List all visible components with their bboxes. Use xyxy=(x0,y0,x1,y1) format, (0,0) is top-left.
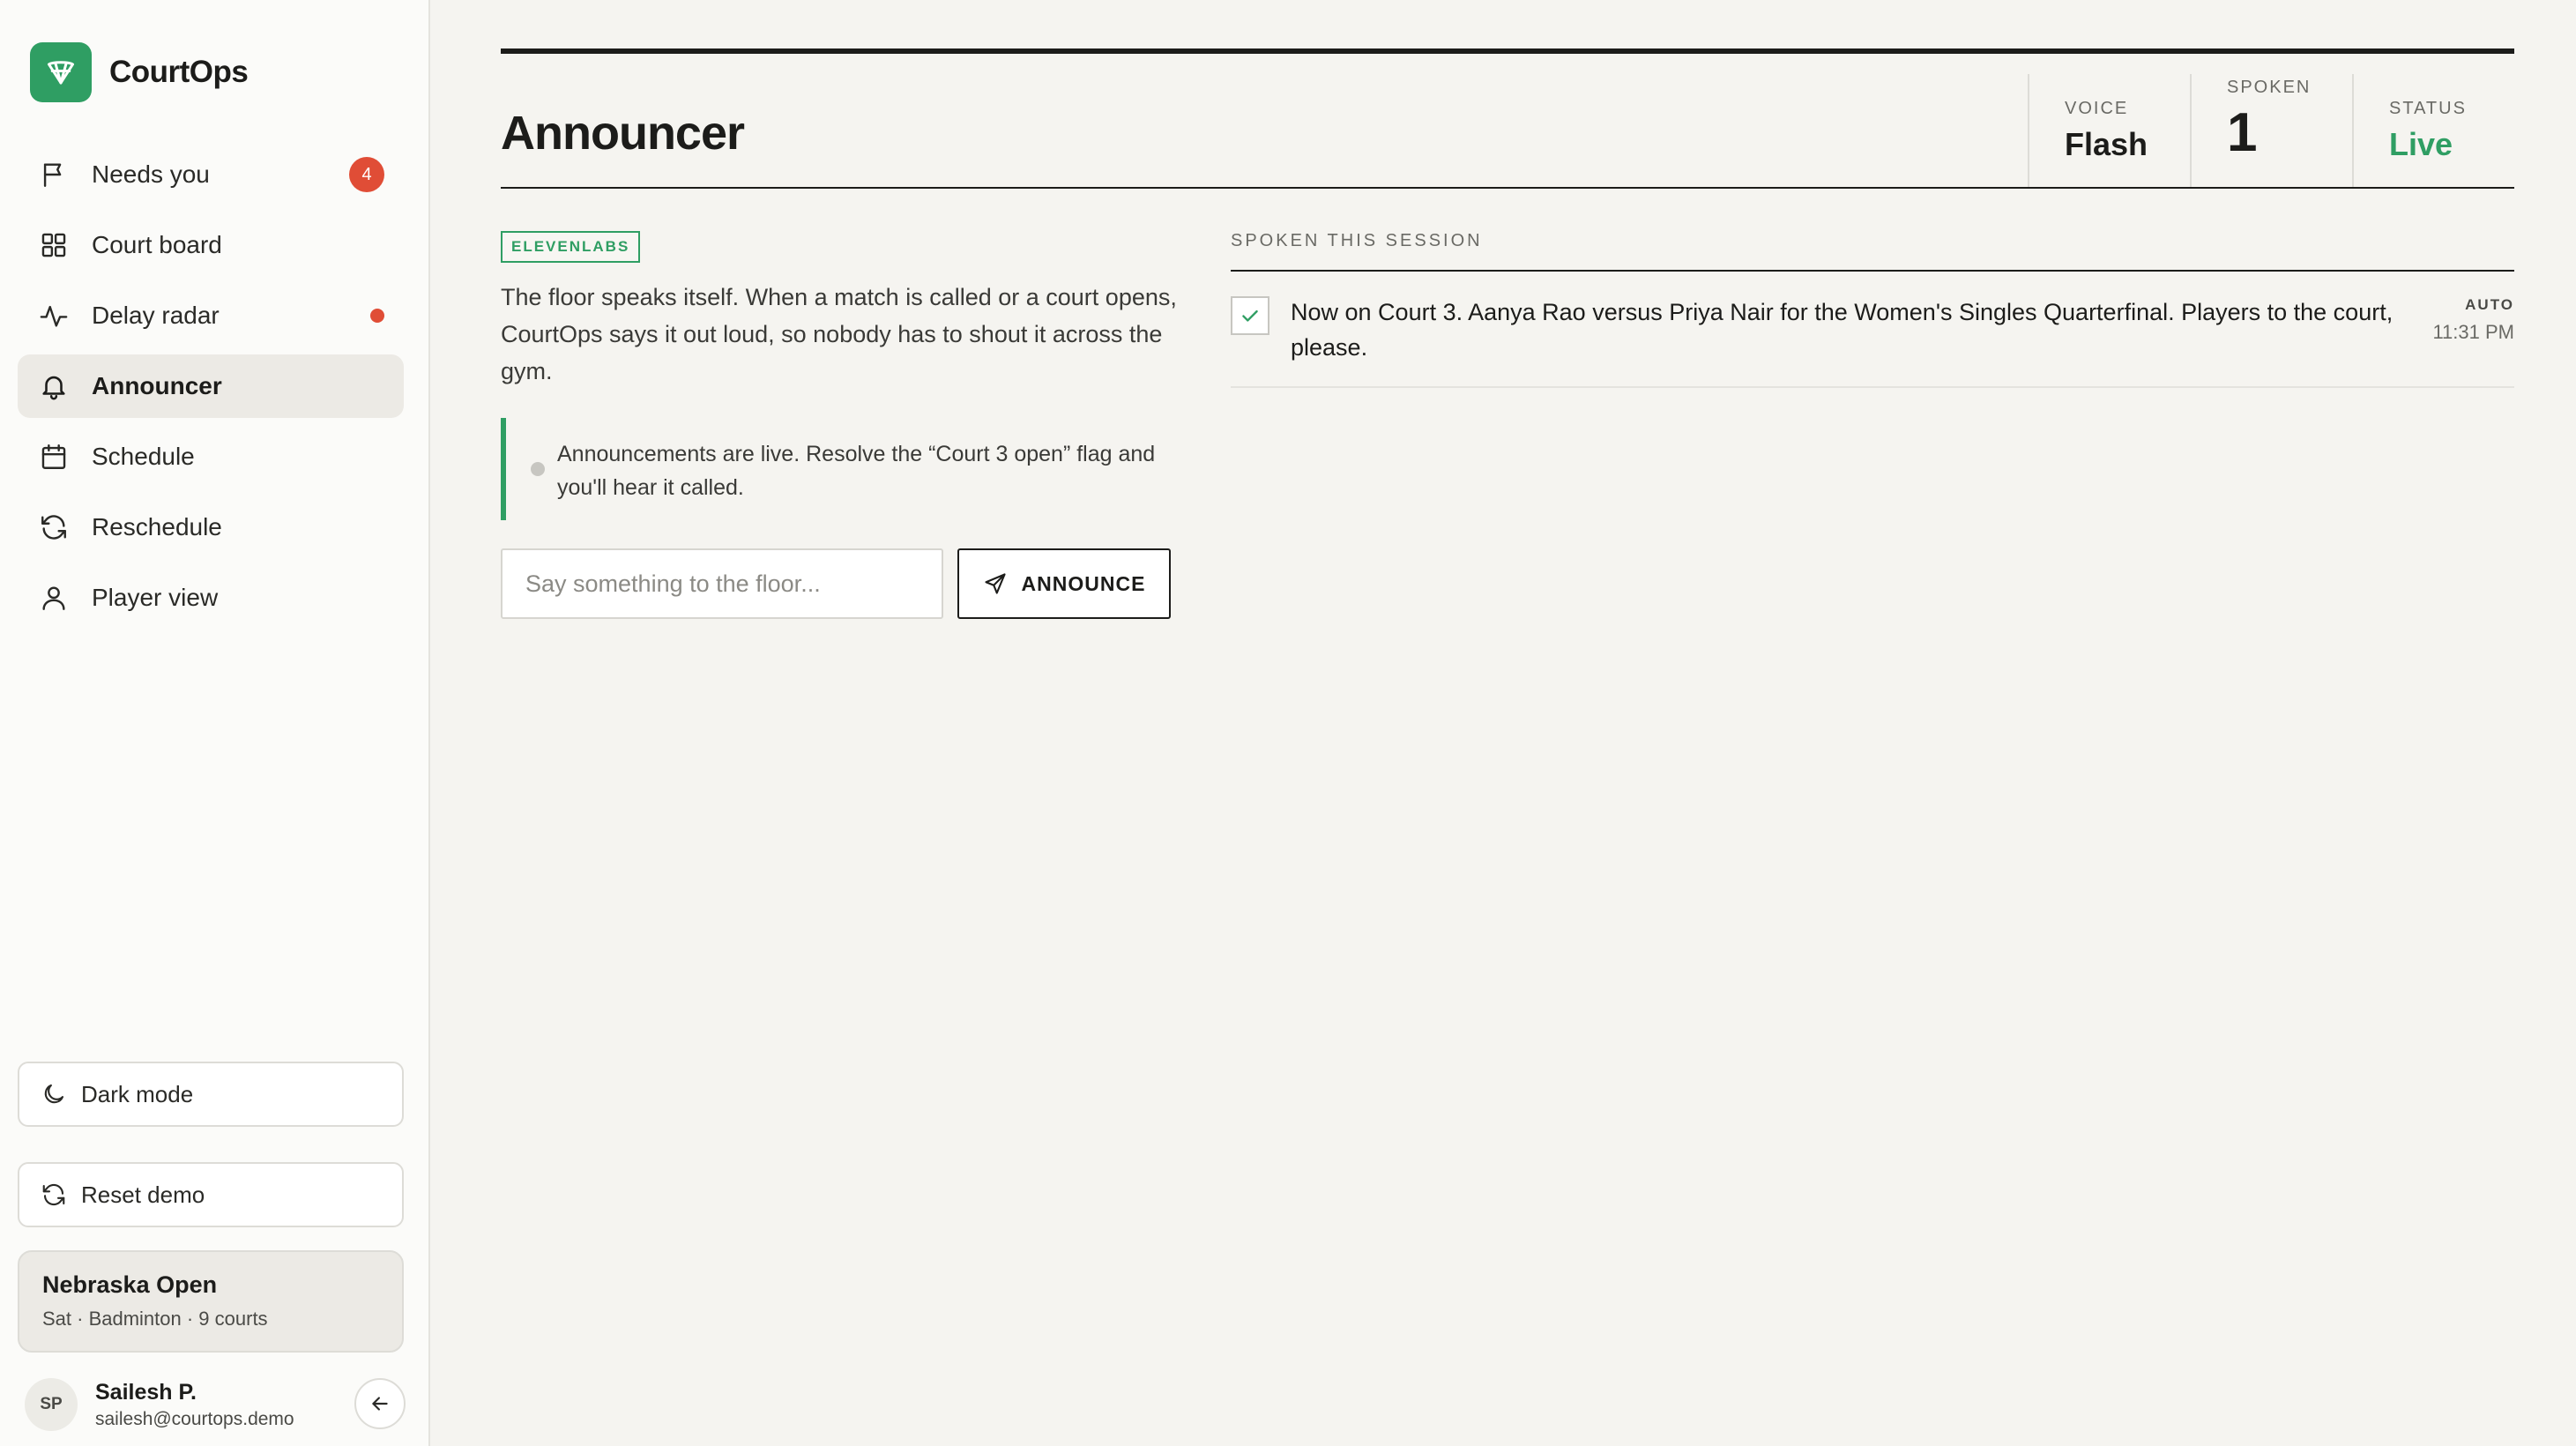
sidebar-item-label: Schedule xyxy=(92,443,195,470)
calendar-icon xyxy=(37,440,71,473)
announcement-time: 11:31 PM xyxy=(2432,321,2514,343)
user-email: sailesh@courtops.demo xyxy=(95,1408,294,1429)
stat-status: STATUS Live xyxy=(2352,74,2514,187)
sidebar-item-label: Announcer xyxy=(92,372,222,399)
sidebar-item-label: Delay radar xyxy=(92,302,220,329)
notice-text: Announcements are live. Resolve the “Cou… xyxy=(557,442,1156,500)
arrow-left-icon xyxy=(372,1397,388,1411)
stat-value: Flash xyxy=(2065,126,2148,162)
collapse-sidebar-button[interactable] xyxy=(354,1378,406,1429)
user-profile: SP Sailesh P. sailesh@courtops.demo xyxy=(25,1375,406,1434)
spoken-session-header: SPOKEN THIS SESSION xyxy=(1231,231,2514,272)
avatar[interactable]: SP xyxy=(25,1378,78,1431)
live-notice: Announcements are live. Resolve the “Cou… xyxy=(501,418,1171,520)
needs-you-count-badge: 4 xyxy=(349,157,384,192)
event-meta: Sat · Badminton · 9 courts xyxy=(42,1308,268,1330)
flag-icon xyxy=(37,158,71,191)
dark-mode-label: Dark mode xyxy=(81,1080,194,1107)
shuttlecock-logo-icon xyxy=(30,42,92,102)
provider-tag: ELEVENLABS xyxy=(501,231,641,263)
sidebar-item-court-board[interactable]: Court board xyxy=(18,213,404,277)
alert-dot xyxy=(370,309,384,323)
sidebar: CourtOps Needs you 4 Court board Delay r… xyxy=(0,0,430,1446)
refresh-icon xyxy=(37,511,71,544)
brand-name: CourtOps xyxy=(109,55,249,89)
reset-demo-button[interactable]: Reset demo xyxy=(18,1162,404,1227)
moon-icon xyxy=(44,1084,64,1104)
intro-text: The floor speaks itself. When a match is… xyxy=(501,284,1177,384)
refresh-icon xyxy=(42,1183,65,1206)
sidebar-nav: Needs you 4 Court board Delay radar Anno… xyxy=(18,143,404,637)
sidebar-item-label: Reschedule xyxy=(92,513,222,540)
stat-spoken: SPOKEN 1 xyxy=(2190,74,2354,187)
sidebar-item-schedule[interactable]: Schedule xyxy=(18,425,404,488)
user-name: Sailesh P. xyxy=(95,1379,197,1405)
notice-dot xyxy=(531,462,545,476)
sidebar-item-delay-radar[interactable]: Delay radar xyxy=(18,284,404,347)
announcement-text: Now on Court 3. Aanya Rao versus Priya N… xyxy=(1291,299,2394,361)
sidebar-item-label: Player view xyxy=(92,584,219,611)
send-icon xyxy=(984,573,1006,594)
sidebar-item-announcer[interactable]: Announcer xyxy=(18,354,404,418)
user-info: Sailesh P. sailesh@courtops.demo xyxy=(95,1380,294,1430)
stat-label: VOICE xyxy=(2065,99,2129,118)
stat-label: SPOKEN xyxy=(2227,78,2312,97)
stat-label: STATUS xyxy=(2389,99,2467,118)
dark-mode-button[interactable]: Dark mode xyxy=(18,1062,404,1127)
brand[interactable]: CourtOps xyxy=(30,42,249,102)
event-name: Nebraska Open xyxy=(42,1271,218,1298)
check-icon xyxy=(1242,309,1258,322)
header-bottom-rule xyxy=(501,187,2514,189)
grid-icon xyxy=(37,228,71,262)
reset-demo-label: Reset demo xyxy=(81,1181,205,1208)
user-icon xyxy=(37,581,71,615)
bell-icon xyxy=(37,369,71,403)
announce-button-label: ANNOUNCE xyxy=(1021,571,1146,595)
sidebar-item-needs-you[interactable]: Needs you 4 xyxy=(18,143,404,206)
page-title: Announcer xyxy=(501,107,745,160)
sidebar-item-label: Court board xyxy=(92,231,222,258)
stat-value: 1 xyxy=(2227,102,2258,163)
sidebar-item-reschedule[interactable]: Reschedule xyxy=(18,496,404,559)
sidebar-item-player-view[interactable]: Player view xyxy=(18,566,404,630)
event-card[interactable]: Nebraska Open Sat · Badminton · 9 courts xyxy=(18,1250,404,1353)
header-top-rule xyxy=(501,48,2514,54)
spoken-checkbox[interactable] xyxy=(1231,296,1269,335)
announcement-source: AUTO xyxy=(2465,296,2514,313)
stat-voice: VOICE Flash xyxy=(2028,74,2192,187)
status-live-value: Live xyxy=(2389,126,2453,162)
announce-input[interactable] xyxy=(501,548,943,619)
announce-button[interactable]: ANNOUNCE xyxy=(957,548,1171,619)
list-item: Now on Court 3. Aanya Rao versus Priya N… xyxy=(1231,275,2514,388)
pulse-icon xyxy=(37,299,71,332)
sidebar-item-label: Needs you xyxy=(92,160,210,188)
